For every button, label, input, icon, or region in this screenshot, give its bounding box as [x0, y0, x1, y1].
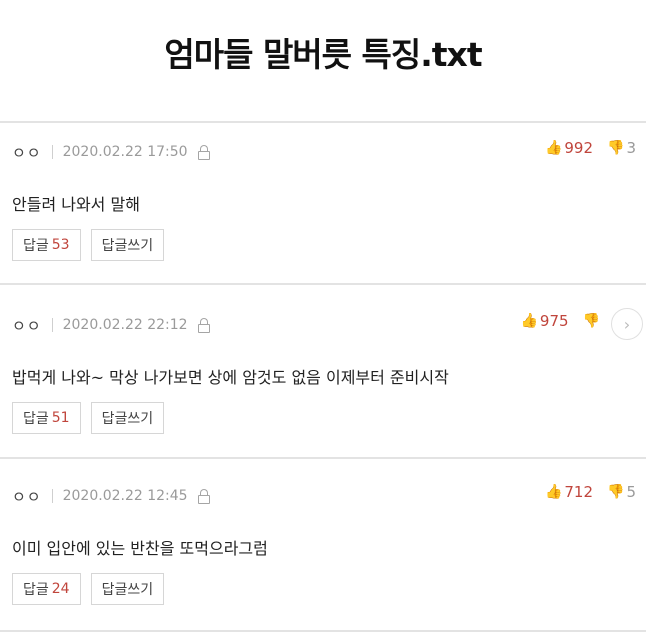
vote-group: 👍 975 👎: [520, 312, 602, 330]
comment-date: 2020.02.22 22:12: [62, 317, 188, 333]
comment-nickname[interactable]: ㅇㅇ: [12, 315, 42, 336]
meta-separator: [51, 489, 53, 503]
meta-separator: [51, 318, 53, 332]
comment-item: ㅇㅇ 2020.02.22 12:45 👍 712 👎 5 이미 입안에 있는 …: [0, 483, 646, 615]
vote-group: 👍 992 👎 3: [545, 139, 636, 157]
thumbs-up-icon: 👍: [520, 313, 538, 329]
lock-icon[interactable]: [197, 145, 210, 160]
reply-count: 53: [51, 237, 70, 253]
page-title: 엄마들 말버릇 특징.txt: [164, 35, 482, 74]
comment-actions: 답글 24 답글쓰기: [12, 573, 174, 605]
meta-separator: [51, 145, 53, 159]
divider: [0, 121, 646, 123]
replies-label: 답글: [23, 582, 49, 598]
downvote-button[interactable]: 👎 3: [607, 139, 636, 157]
comment-date: 2020.02.22 17:50: [62, 144, 188, 160]
comment-actions: 답글 53 답글쓰기: [12, 229, 174, 261]
replies-label: 답글: [23, 411, 49, 427]
thumbs-up-icon: 👍: [544, 140, 563, 156]
write-reply-button[interactable]: 답글쓰기: [90, 402, 165, 434]
upvote-count: 992: [564, 139, 594, 157]
comment-nickname[interactable]: ㅇㅇ: [12, 486, 42, 507]
replies-button[interactable]: 답글 53: [12, 229, 81, 261]
replies-label: 답글: [23, 238, 49, 254]
downvote-button[interactable]: 👎 5: [607, 483, 636, 501]
downvote-button[interactable]: 👎: [583, 313, 602, 329]
write-reply-button[interactable]: 답글쓰기: [90, 573, 165, 605]
divider: [0, 457, 646, 459]
comment-item: ㅇㅇ 2020.02.22 17:50 👍 992 👎 3 안들려 나와서 말해…: [0, 139, 646, 271]
replies-button[interactable]: 답글 24: [12, 573, 81, 605]
divider: [0, 283, 646, 285]
reply-count: 51: [51, 410, 70, 426]
comment-text: 이미 입안에 있는 반찬을 또먹으라그럼: [12, 539, 268, 558]
downvote-count: 3: [626, 139, 636, 157]
thumbs-down-icon: 👎: [582, 313, 600, 329]
thumbs-up-icon: 👍: [544, 484, 563, 500]
thumbs-down-icon: 👎: [607, 140, 625, 156]
comment-text: 밥먹게 나와~ 막상 나가보면 상에 암것도 없음 이제부터 준비시작: [12, 368, 449, 387]
upvote-button[interactable]: 👍 975: [520, 312, 568, 330]
reply-count: 24: [51, 581, 70, 597]
comment-meta: ㅇㅇ 2020.02.22 17:50: [12, 141, 210, 163]
upvote-button[interactable]: 👍 992: [545, 139, 593, 157]
comment-date: 2020.02.22 12:45: [62, 488, 188, 504]
comment-text: 안들려 나와서 말해: [12, 195, 140, 214]
lock-icon[interactable]: [197, 318, 210, 333]
comment-nickname[interactable]: ㅇㅇ: [12, 142, 42, 163]
comment-actions: 답글 51 답글쓰기: [12, 402, 174, 434]
upvote-button[interactable]: 👍 712: [545, 483, 593, 501]
comment-item: ㅇㅇ 2020.02.22 22:12 👍 975 👎 › 밥먹게 나와~ 막상…: [0, 308, 646, 444]
upvote-count: 712: [564, 483, 594, 501]
vote-group: 👍 712 👎 5: [545, 483, 636, 501]
thumbs-down-icon: 👎: [607, 484, 625, 500]
chevron-right-icon[interactable]: ›: [611, 308, 643, 340]
upvote-count: 975: [539, 312, 569, 330]
downvote-count: 5: [626, 483, 636, 501]
replies-button[interactable]: 답글 51: [12, 402, 81, 434]
divider: [0, 630, 646, 632]
write-reply-button[interactable]: 답글쓰기: [90, 229, 165, 261]
comment-meta: ㅇㅇ 2020.02.22 22:12: [12, 314, 210, 336]
comment-meta: ㅇㅇ 2020.02.22 12:45: [12, 485, 210, 507]
lock-icon[interactable]: [197, 489, 210, 504]
